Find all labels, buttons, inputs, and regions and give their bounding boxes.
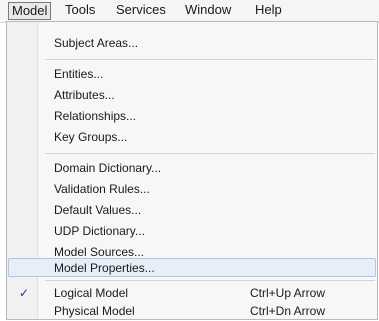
menu-item-key-groups[interactable]: Key Groups... bbox=[8, 128, 376, 147]
menu-bar: Model Tools Services Window Help bbox=[0, 0, 379, 23]
menu-window-label: Window bbox=[185, 2, 232, 17]
menu-tools[interactable]: Tools bbox=[62, 2, 98, 18]
menu-separator bbox=[45, 280, 375, 281]
menu-item-label: Relationships... bbox=[54, 109, 137, 123]
menu-model-label: Model bbox=[12, 3, 48, 18]
menu-item-validation-rules[interactable]: Validation Rules... bbox=[8, 180, 376, 199]
menu-item-attributes[interactable]: Attributes... bbox=[8, 86, 376, 105]
model-dropdown-menu: Subject Areas... Entities... Attributes.… bbox=[6, 21, 378, 320]
menu-item-label: Attributes... bbox=[54, 88, 115, 102]
menu-item-label: Key Groups... bbox=[54, 130, 128, 144]
menu-help[interactable]: Help bbox=[252, 2, 285, 18]
menu-item-label: Validation Rules... bbox=[54, 182, 150, 196]
menu-item-model-properties[interactable]: Model Properties... bbox=[8, 258, 376, 277]
menu-item-label: Default Values... bbox=[54, 203, 142, 217]
menu-item-logical-model[interactable]: ✓ Logical Model Ctrl+Up Arrow bbox=[8, 284, 376, 303]
menu-item-label: Entities... bbox=[54, 67, 104, 81]
menu-item-shortcut: Ctrl+Dn Arrow bbox=[250, 304, 326, 318]
menu-item-label: Subject Areas... bbox=[54, 36, 139, 50]
menu-services[interactable]: Services bbox=[113, 2, 169, 18]
menu-services-label: Services bbox=[116, 2, 166, 17]
menu-item-subject-areas[interactable]: Subject Areas... bbox=[8, 34, 376, 53]
menu-item-label: Physical Model bbox=[54, 304, 135, 318]
menu-item-domain-dictionary[interactable]: Domain Dictionary... bbox=[8, 159, 376, 178]
menu-item-label: Domain Dictionary... bbox=[54, 161, 162, 175]
menu-separator bbox=[45, 59, 375, 60]
menu-item-entities[interactable]: Entities... bbox=[8, 65, 376, 84]
menu-tools-label: Tools bbox=[65, 2, 96, 17]
menu-item-label: Logical Model bbox=[54, 286, 129, 300]
menu-window[interactable]: Window bbox=[182, 2, 234, 18]
menu-item-relationships[interactable]: Relationships... bbox=[8, 107, 376, 126]
checkmark-icon: ✓ bbox=[18, 286, 30, 300]
menu-help-label: Help bbox=[255, 2, 282, 17]
menu-item-physical-model[interactable]: Physical Model Ctrl+Dn Arrow bbox=[8, 302, 376, 321]
menu-separator bbox=[45, 153, 375, 154]
menu-item-default-values[interactable]: Default Values... bbox=[8, 201, 376, 220]
menu-item-shortcut: Ctrl+Up Arrow bbox=[250, 286, 326, 300]
menu-item-udp-dictionary[interactable]: UDP Dictionary... bbox=[8, 222, 376, 241]
menu-model[interactable]: Model bbox=[8, 2, 52, 20]
menu-item-label: UDP Dictionary... bbox=[54, 224, 145, 238]
menu-item-label: Model Properties... bbox=[54, 261, 155, 275]
